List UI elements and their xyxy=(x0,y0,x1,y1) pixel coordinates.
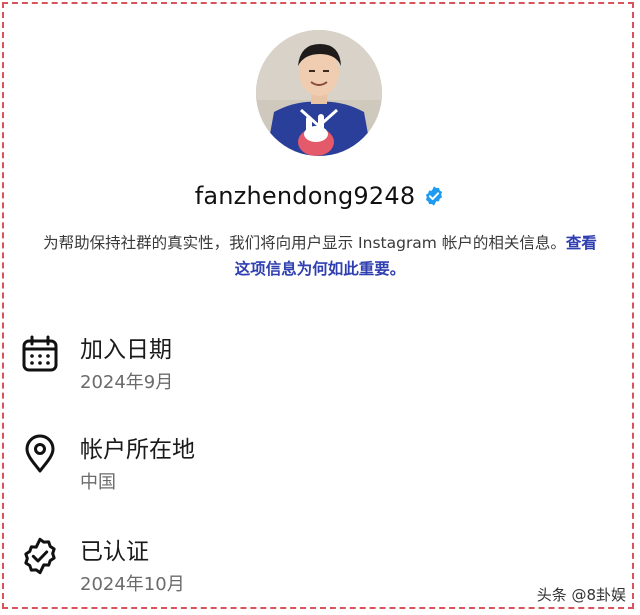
verified-outline-icon xyxy=(20,536,60,576)
username-row: fanzhendong9248 xyxy=(0,182,640,210)
profile-description: 为帮助保持社群的真实性，我们将向用户显示 Instagram 帐户的相关信息。查… xyxy=(40,230,600,282)
verified-label: 已认证 xyxy=(80,539,149,565)
join-date-label: 加入日期 xyxy=(80,337,172,363)
location-value: 中国 xyxy=(80,472,116,493)
info-row-join-date: 加入日期 2024年9月 xyxy=(20,330,600,400)
location-label: 帐户所在地 xyxy=(80,437,195,463)
location-pin-icon xyxy=(20,434,60,474)
verified-badge-icon xyxy=(423,185,445,207)
description-text: 为帮助保持社群的真实性，我们将向用户显示 Instagram 帐户的相关信息。 xyxy=(43,234,566,252)
verified-date-value: 2024年10月 xyxy=(80,574,185,595)
join-date-value: 2024年9月 xyxy=(80,372,174,393)
watermark: 头条 @8卦娱 xyxy=(536,586,626,604)
profile-avatar[interactable] xyxy=(256,30,382,156)
info-row-location: 帐户所在地 中国 xyxy=(20,430,600,500)
username: fanzhendong9248 xyxy=(194,182,416,210)
calendar-icon xyxy=(20,334,60,374)
info-row-verified: 已认证 2024年10月 xyxy=(20,532,600,602)
